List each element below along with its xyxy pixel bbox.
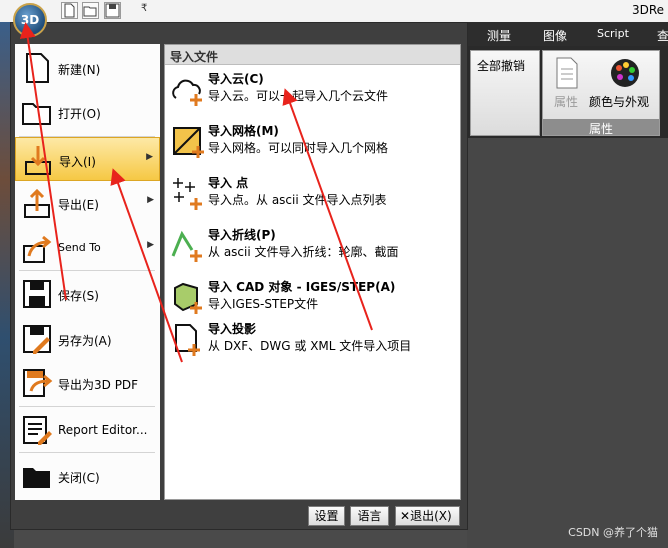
export-3d-pdf-icon (23, 369, 53, 397)
menu-separator (19, 406, 155, 407)
exit-button[interactable]: ✕退出(X) (395, 506, 460, 526)
application-button[interactable]: 3D (13, 3, 47, 37)
undo-all-button[interactable]: 全部撤销 (477, 57, 525, 74)
report-editor-icon (23, 416, 52, 445)
points-import-icon (173, 178, 202, 210)
menu-item-export-3d-pdf[interactable]: 导出为3D PDF (15, 361, 160, 405)
cad-import-icon (174, 282, 202, 314)
quick-access-dropdown[interactable]: ₹ (141, 3, 147, 14)
settings-button[interactable]: 设置 (308, 506, 345, 526)
tab-script[interactable]: Script (597, 27, 629, 40)
import-submenu: 导入文件 导入云(C) 导入云。可以一起导入几个云文件 导入网格(M) 导入网格… (164, 44, 461, 500)
menu-item-new[interactable]: 新建(N) (15, 46, 160, 90)
tab-more[interactable]: 查 (657, 27, 668, 44)
menu-separator (19, 270, 155, 271)
submenu-arrow-icon: ▶ (147, 195, 154, 205)
polyline-import-icon (171, 230, 202, 262)
import-icon (25, 146, 51, 175)
mesh-import-icon (173, 127, 204, 158)
menu-item-save[interactable]: 保存(S) (15, 272, 160, 316)
submenu-arrow-icon: ▶ (146, 152, 153, 162)
submenu-item-import-points[interactable]: 导入 点 导入点。从 ascii 文件导入点列表 (165, 171, 460, 219)
ribbon-group-label: 属性 (589, 122, 614, 136)
title-bar: ₹ 3DRe (0, 0, 668, 23)
ribbon-group-undo: 全部撤销 (470, 50, 540, 136)
send-to-icon (23, 235, 52, 263)
save-icon (23, 280, 51, 308)
window-title: 3DRe (631, 3, 664, 17)
app-menu-commands: 新建(N) 打开(O) 导入(I) ▶ 导出(E) ▶ Send To ▶ 保存… (15, 44, 160, 500)
export-icon (24, 188, 50, 218)
submenu-arrow-icon: ▶ (147, 240, 154, 250)
new-file-icon[interactable] (61, 2, 78, 19)
ribbon-group-properties: 属性 颜色与外观 属性 (542, 50, 660, 136)
open-folder-icon (22, 103, 51, 125)
new-document-icon (26, 53, 49, 83)
palette-icon[interactable] (609, 57, 641, 92)
projection-import-icon (175, 324, 200, 356)
properties-icon[interactable] (553, 57, 581, 92)
menu-item-report-editor[interactable]: Report Editor... (15, 408, 160, 452)
submenu-item-import-mesh[interactable]: 导入网格(M) 导入网格。可以同时导入几个网格 (165, 119, 460, 167)
menu-item-export[interactable]: 导出(E) ▶ (15, 181, 160, 225)
tab-measure[interactable]: 测量 (487, 27, 511, 44)
menu-separator (19, 452, 155, 453)
submenu-header: 导入文件 (165, 45, 460, 65)
cloud-import-icon (172, 79, 202, 106)
open-folder-icon[interactable] (82, 2, 99, 19)
close-folder-icon (23, 468, 50, 488)
tab-image[interactable]: 图像 (543, 27, 567, 44)
menu-item-open[interactable]: 打开(O) (15, 90, 160, 134)
save-as-icon (23, 325, 51, 354)
language-button[interactable]: 语言 (350, 506, 389, 526)
menu-item-import[interactable]: 导入(I) ▶ (15, 137, 160, 181)
submenu-item-import-projection[interactable]: 导入投影 从 DXF、DWG 或 XML 文件导入项目 (165, 317, 460, 365)
submenu-item-import-polyline[interactable]: 导入折线(P) 从 ascii 文件导入折线：轮廓、截面 (165, 223, 460, 271)
menu-item-send-to[interactable]: Send To ▶ (15, 226, 160, 270)
appearance-label[interactable]: 颜色与外观 (589, 93, 649, 110)
ribbon-group-footer: 属性 (543, 119, 659, 136)
viewport[interactable] (467, 138, 668, 548)
save-icon[interactable] (104, 2, 121, 19)
menu-item-close[interactable]: 关闭(C) (15, 454, 160, 498)
close-icon: ✕ (400, 509, 411, 523)
ribbon-tab-bar: 测量 图像 Script 查 (467, 22, 668, 46)
watermark: CSDN @养了个猫 (568, 526, 658, 539)
submenu-item-import-cloud[interactable]: 导入云(C) 导入云。可以一起导入几个云文件 (165, 67, 460, 115)
ribbon-body: 全部撤销 属性 颜色与外观 属性 (467, 46, 668, 138)
menu-item-save-as[interactable]: 另存为(A) (15, 317, 160, 361)
submenu-item-import-cad[interactable]: 导入 CAD 对象 - IGES/STEP(A) 导入IGES-STEP文件 (165, 275, 460, 323)
properties-label: 属性 (554, 95, 579, 109)
